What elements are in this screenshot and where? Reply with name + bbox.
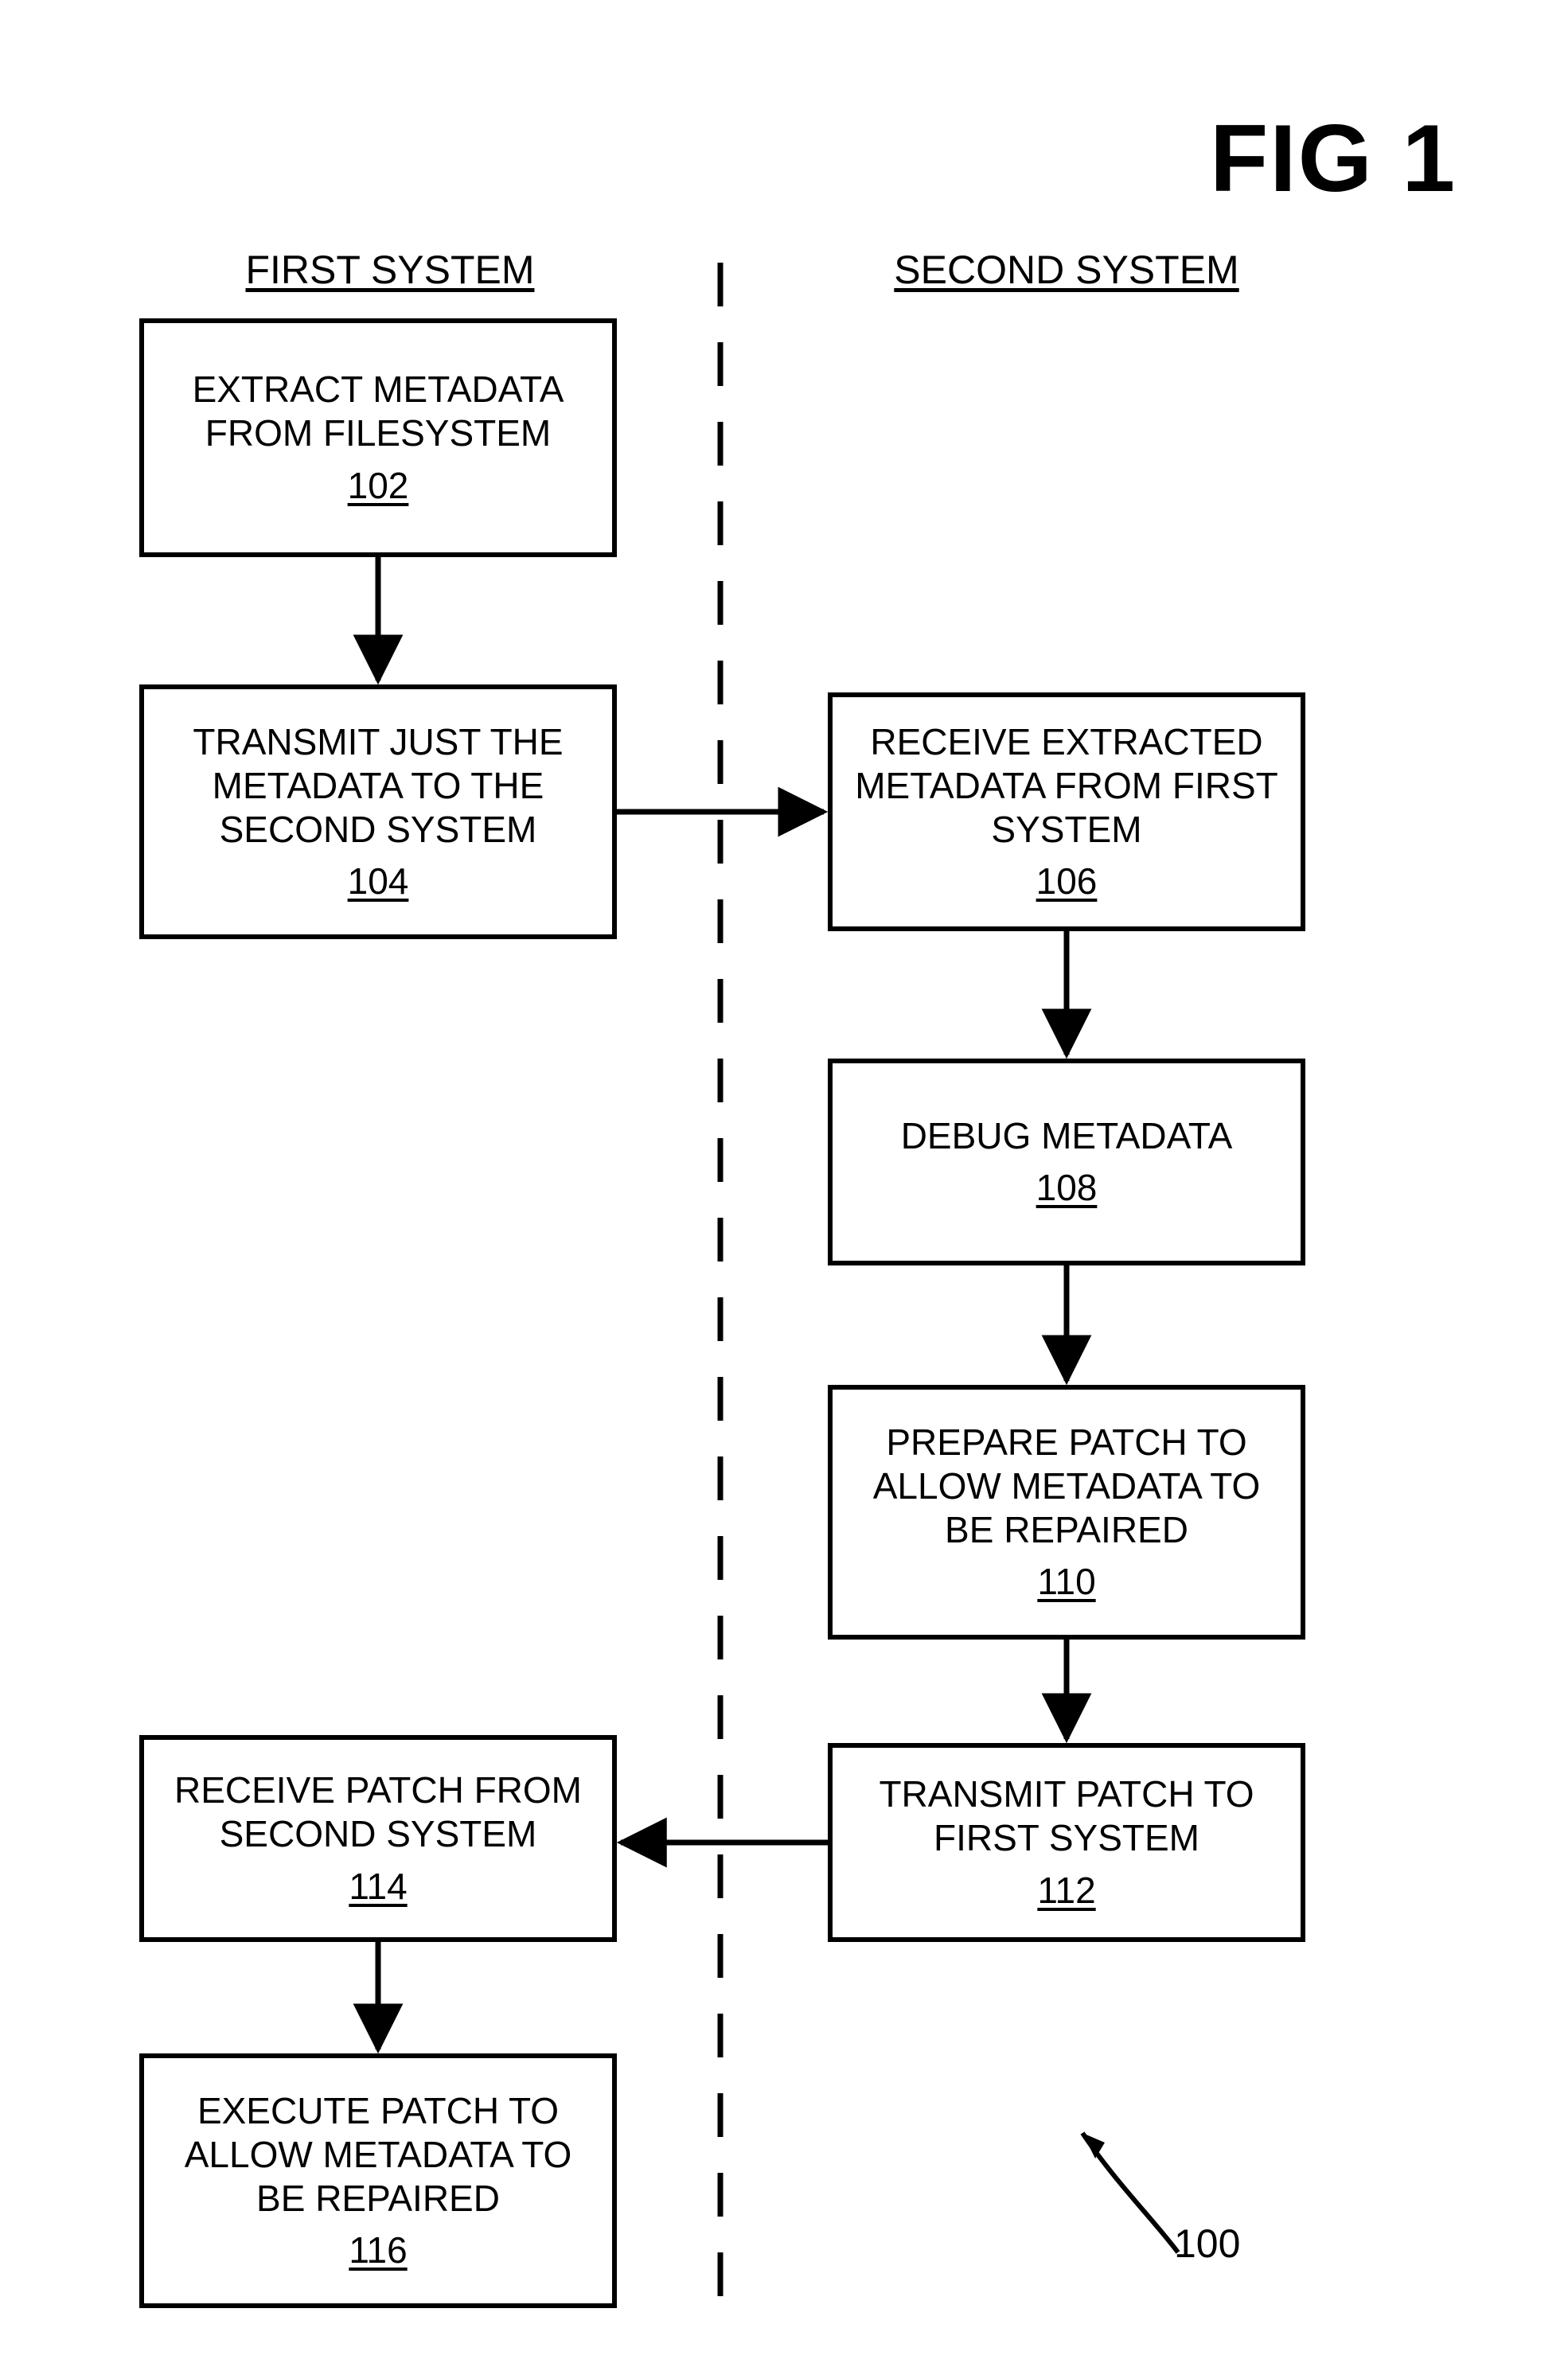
box-transmit-patch: TRANSMIT PATCH TO FIRST SYSTEM 112: [828, 1743, 1305, 1942]
box-ref: 110: [1037, 1560, 1095, 1604]
box-text: RECEIVE EXTRACTED METADATA FROM FIRST SY…: [852, 720, 1281, 852]
box-ref: 104: [348, 860, 409, 903]
figure-ref-number: 100: [1174, 2221, 1240, 2267]
box-extract-metadata: EXTRACT METADATA FROM FILESYSTEM 102: [139, 318, 617, 557]
box-text: PREPARE PATCH TO ALLOW METADATA TO BE RE…: [852, 1421, 1281, 1553]
column-label-first-system: FIRST SYSTEM: [191, 247, 589, 293]
box-transmit-metadata: TRANSMIT JUST THE METADATA TO THE SECOND…: [139, 684, 617, 939]
figure-title: FIG 1: [1210, 103, 1457, 213]
box-text: EXTRACT METADATA FROM FILESYSTEM: [163, 368, 593, 455]
diagram-canvas: FIG 1 FIRST SYSTEM SECOND SYSTEM EXTRACT…: [0, 0, 1568, 2367]
box-text: EXECUTE PATCH TO ALLOW METADATA TO BE RE…: [163, 2089, 593, 2221]
box-ref: 114: [349, 1865, 407, 1909]
box-ref: 108: [1036, 1166, 1098, 1210]
box-text: TRANSMIT PATCH TO FIRST SYSTEM: [852, 1772, 1281, 1860]
box-ref: 102: [348, 464, 409, 508]
box-receive-patch: RECEIVE PATCH FROM SECOND SYSTEM 114: [139, 1735, 617, 1942]
box-execute-patch: EXECUTE PATCH TO ALLOW METADATA TO BE RE…: [139, 2053, 617, 2308]
box-ref: 106: [1036, 860, 1098, 903]
box-receive-extracted-metadata: RECEIVE EXTRACTED METADATA FROM FIRST SY…: [828, 692, 1305, 931]
leader-curve-100: [1082, 2133, 1178, 2252]
box-text: TRANSMIT JUST THE METADATA TO THE SECOND…: [163, 720, 593, 852]
box-prepare-patch: PREPARE PATCH TO ALLOW METADATA TO BE RE…: [828, 1385, 1305, 1640]
column-label-second-system: SECOND SYSTEM: [844, 247, 1289, 293]
leader-arrowhead-100: [1082, 2133, 1105, 2158]
box-text: RECEIVE PATCH FROM SECOND SYSTEM: [163, 1768, 593, 1856]
box-text: DEBUG METADATA: [901, 1114, 1233, 1158]
box-ref: 112: [1037, 1869, 1095, 1913]
box-ref: 116: [349, 2229, 407, 2272]
box-debug-metadata: DEBUG METADATA 108: [828, 1059, 1305, 1265]
